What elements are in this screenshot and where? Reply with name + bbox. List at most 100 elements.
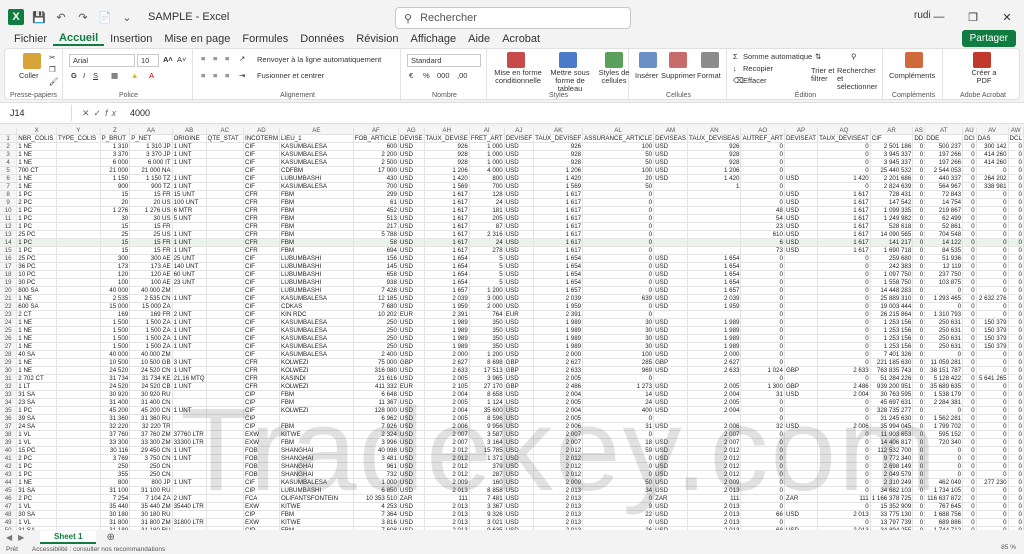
cell[interactable] (206, 230, 244, 240)
cell[interactable]: 3 945 337 (870, 150, 914, 160)
cell[interactable]: 20 US (129, 198, 173, 208)
cell[interactable]: 285 (582, 358, 655, 368)
cell[interactable] (206, 342, 244, 352)
cell[interactable] (206, 238, 244, 248)
cell[interactable]: 658 (353, 270, 399, 280)
cell[interactable]: 1 276 (100, 206, 131, 216)
fill-button[interactable]: Recopier (743, 64, 773, 73)
cell[interactable]: CIP (243, 398, 280, 408)
cell[interactable]: 0 (1008, 182, 1024, 192)
cell[interactable]: USD (398, 390, 425, 400)
cell[interactable]: 0 (1008, 294, 1024, 304)
cell[interactable]: USD (784, 510, 819, 520)
cell[interactable]: 1 253 156 (870, 342, 914, 352)
cell[interactable]: 0 (1008, 286, 1024, 296)
cell[interactable]: 1 UNT (172, 446, 207, 456)
cell[interactable]: 0 (740, 374, 785, 384)
cell[interactable]: 3 000 (469, 294, 505, 304)
cell[interactable]: 250 (353, 334, 399, 344)
cell[interactable]: 1 654 (687, 278, 742, 288)
cell[interactable] (172, 462, 207, 472)
cell[interactable]: 2 535 CN (129, 294, 173, 304)
cell[interactable]: 2 012 (533, 470, 584, 480)
cell[interactable]: 120 AE (129, 270, 173, 280)
cell[interactable]: FOB_ARTICLE (353, 134, 399, 144)
cell[interactable]: 1 989 (687, 334, 742, 344)
row-header[interactable]: 10 (0, 206, 18, 216)
cell[interactable] (206, 246, 244, 256)
cell[interactable]: 0 (912, 358, 926, 368)
cell[interactable]: USD (398, 510, 425, 520)
cell[interactable]: 700 CT (16, 166, 57, 176)
cell[interactable]: USD (653, 406, 689, 416)
cell[interactable]: 0 (924, 406, 964, 416)
cell[interactable]: 0 (582, 206, 655, 216)
cell[interactable]: 25 PC (16, 230, 57, 240)
cell[interactable]: 0 (740, 486, 785, 496)
cell[interactable]: 22 (582, 510, 655, 520)
row-header[interactable]: 35 (0, 406, 18, 416)
cell[interactable] (653, 430, 689, 440)
cell[interactable]: CFR (243, 366, 280, 376)
cell[interactable]: KOLWEZI (279, 382, 354, 392)
row-header[interactable]: 3 (0, 150, 18, 160)
cell[interactable]: 3 370 JP (129, 150, 173, 160)
cell[interactable]: FBM (279, 198, 354, 208)
cell[interactable]: 4 000 (469, 166, 505, 176)
clear-button[interactable]: Effacer (743, 76, 767, 85)
cell[interactable]: 704 548 (924, 230, 964, 240)
thousands-icon[interactable]: 000 (437, 71, 450, 80)
cell[interactable]: 2 009 (424, 478, 470, 488)
cell[interactable]: 242 383 (870, 262, 914, 272)
cell[interactable]: USD (653, 294, 689, 304)
cell[interactable]: 414 260 (976, 158, 1009, 168)
cell[interactable]: 0 (912, 214, 926, 224)
cell[interactable]: USD (398, 190, 425, 200)
cell[interactable]: 1 617 (817, 190, 871, 200)
cell-styles-icon[interactable] (605, 52, 623, 68)
cell[interactable]: USD (398, 198, 425, 208)
cell[interactable]: 1 654 (424, 270, 470, 280)
cell[interactable]: 58 (353, 238, 399, 248)
cell[interactable]: 767 645 (924, 502, 964, 512)
cell[interactable]: 0 (1008, 214, 1024, 224)
cell[interactable]: 2 013 (687, 510, 742, 520)
cell[interactable]: 11 059 281 (924, 358, 964, 368)
cell[interactable]: P_NET (129, 134, 173, 144)
cell[interactable] (56, 206, 101, 216)
cell[interactable]: 30 PC (16, 278, 57, 288)
cell[interactable]: 1 617 (424, 246, 470, 256)
cell[interactable]: 1 NE (16, 358, 57, 368)
cell[interactable]: SHANGHAI (279, 446, 354, 456)
cell[interactable]: USD (784, 206, 819, 216)
cell[interactable] (172, 470, 207, 480)
cell[interactable]: 0 (740, 518, 785, 528)
cell[interactable]: USD (504, 166, 535, 176)
cell[interactable]: 140 UNT (172, 262, 207, 272)
cell[interactable]: KOLWEZI (279, 406, 354, 416)
cell[interactable]: USD (653, 454, 689, 464)
cell[interactable]: 2 284 381 (924, 398, 964, 408)
cell[interactable]: CIF (243, 158, 280, 168)
cell[interactable]: 1 617 (817, 230, 871, 240)
cell[interactable]: 0 (817, 294, 871, 304)
cell[interactable]: 0 (912, 182, 926, 192)
cell[interactable]: 1 PC (16, 246, 57, 256)
cell[interactable]: 0 (976, 190, 1009, 200)
cell[interactable]: 0 (817, 158, 871, 168)
cell[interactable]: FBM (279, 390, 354, 400)
cell[interactable]: 440 337 (924, 174, 964, 184)
cell[interactable]: 29 450 CN (129, 446, 173, 456)
cell[interactable]: 2 501 186 (870, 142, 914, 152)
cell[interactable]: 24 520 CN (129, 366, 173, 376)
cell[interactable]: USD (504, 406, 535, 416)
cell[interactable]: 1 569 (424, 182, 470, 192)
cell[interactable]: 2 013 (687, 502, 742, 512)
copy-icon[interactable]: ❐ (49, 65, 56, 74)
cell[interactable]: 0 (912, 158, 926, 168)
cell[interactable]: DEVISE (398, 134, 425, 144)
cell[interactable]: KASUMBALESA (279, 478, 354, 488)
cell[interactable]: 0 (582, 222, 655, 232)
cell[interactable]: 1 617 (817, 222, 871, 232)
cell[interactable]: 0 (962, 302, 977, 312)
